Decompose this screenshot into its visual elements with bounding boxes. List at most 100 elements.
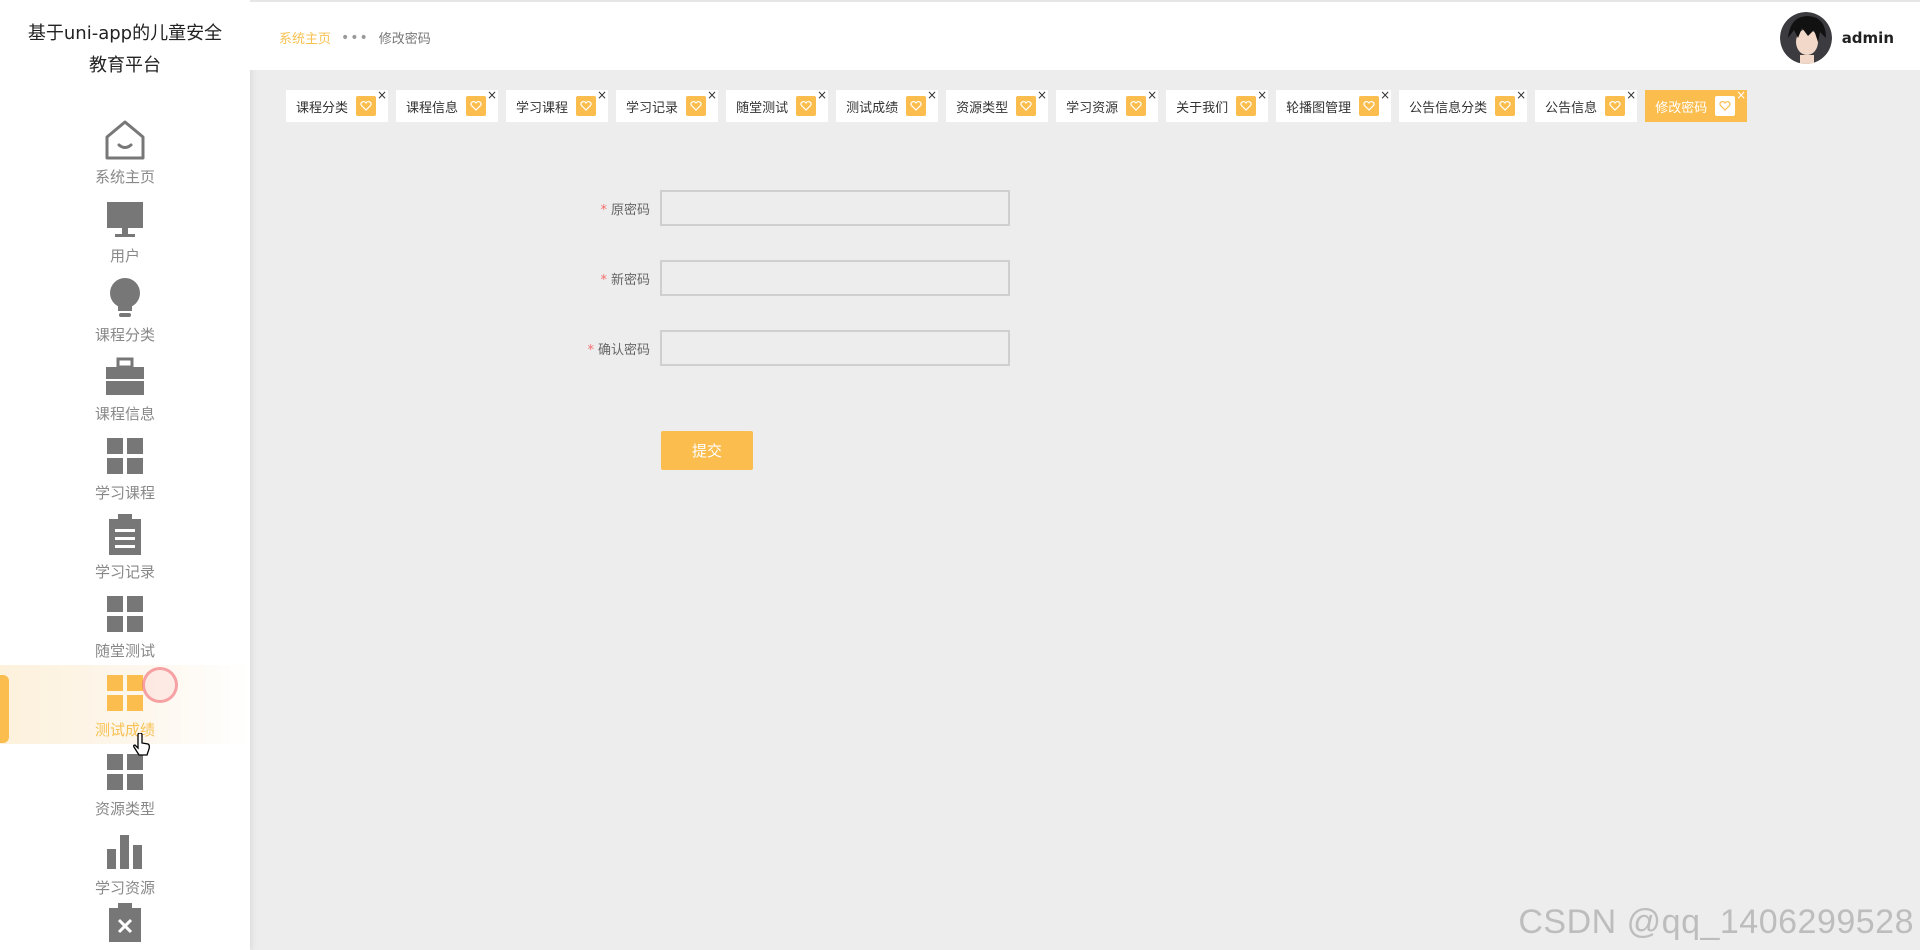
heart-icon	[1236, 96, 1257, 116]
app-title: 基于uni-app的儿童安全教育平台	[27, 23, 223, 76]
sidebar-item-label: 资源类型	[94, 800, 155, 818]
briefcase-icon	[101, 353, 149, 401]
heart-icon	[686, 96, 707, 116]
close-icon[interactable]: ×	[1147, 88, 1157, 102]
house-icon	[101, 116, 149, 164]
close-icon[interactable]: ×	[927, 88, 937, 102]
tag-study-course[interactable]: 学习课程 ×	[506, 88, 609, 122]
sidebar-item-more[interactable]	[0, 902, 250, 942]
confirm-password-label: * 确认密码	[587, 342, 650, 358]
breadcrumb: 系统主页 ••• 修改密码	[279, 28, 431, 48]
heart-icon	[1605, 96, 1626, 116]
heart-icon	[576, 96, 597, 116]
tag-quiz[interactable]: 随堂测试 ×	[726, 88, 829, 122]
required-mark: *	[600, 272, 607, 288]
tag-label: 公告信息	[1545, 100, 1598, 116]
heart-icon	[1016, 96, 1037, 116]
sidebar-item-course-info[interactable]: 课程信息	[0, 349, 250, 428]
sidebar-item-user[interactable]: 用户	[0, 191, 250, 270]
close-icon[interactable]: ×	[1626, 88, 1636, 102]
breadcrumb-separator: •••	[341, 29, 369, 46]
sidebar-item-study-record[interactable]: 学习记录	[0, 507, 250, 586]
sidebar-item-label: 课程分类	[94, 326, 155, 344]
sidebar-item-label: 学习记录	[94, 563, 155, 581]
tag-course-category[interactable]: 课程分类 ×	[286, 88, 389, 122]
tag-label: 学习课程	[516, 100, 569, 116]
sidebar: 基于uni-app的儿童安全教育平台 系统主页 用户 课程分类 课程信息 学习课…	[0, 0, 250, 950]
tag-label: 修改密码	[1655, 100, 1708, 116]
new-password-label: * 新密码	[600, 272, 650, 288]
tag-carousel[interactable]: 轮播图管理 ×	[1276, 88, 1392, 122]
close-icon[interactable]: ×	[1380, 88, 1390, 102]
grid-icon	[101, 432, 149, 480]
heart-icon	[1715, 96, 1736, 116]
close-icon[interactable]: ×	[377, 88, 387, 102]
tag-change-password[interactable]: 修改密码 ×	[1645, 88, 1748, 122]
tag-label: 课程分类	[296, 100, 349, 116]
tag-label: 学习记录	[626, 100, 679, 116]
heart-icon	[1495, 96, 1516, 116]
sidebar-item-resource-type[interactable]: 资源类型	[0, 744, 250, 823]
tag-test-score[interactable]: 测试成绩 ×	[836, 88, 939, 122]
close-icon[interactable]: ×	[597, 88, 607, 102]
heart-icon	[1126, 96, 1147, 116]
sidebar-item-study-course[interactable]: 学习课程	[0, 428, 250, 507]
sidebar-item-label: 学习课程	[94, 484, 155, 502]
confirm-password-row: * 确认密码	[560, 330, 1010, 366]
avatar[interactable]	[1779, 12, 1832, 64]
sidebar-item-quiz[interactable]: 随堂测试	[0, 586, 250, 665]
change-password-form: * 原密码 * 新密码 * 确认密码	[560, 190, 1010, 400]
sidebar-item-label: 课程信息	[94, 405, 155, 423]
new-password-input[interactable]	[660, 260, 1010, 296]
breadcrumb-current: 修改密码	[378, 32, 431, 47]
tag-label: 关于我们	[1176, 100, 1229, 116]
close-icon[interactable]: ×	[487, 88, 497, 102]
sidebar-item-label: 用户	[109, 247, 140, 265]
close-icon[interactable]: ×	[1516, 88, 1526, 102]
tag-about-us[interactable]: 关于我们 ×	[1166, 88, 1269, 122]
watermark: CSDN @qq_1406299528	[1518, 903, 1914, 941]
tag-study-record[interactable]: 学习记录 ×	[616, 88, 719, 122]
tag-course-info[interactable]: 课程信息 ×	[396, 88, 499, 122]
tag-resource-type[interactable]: 资源类型 ×	[946, 88, 1049, 122]
sidebar-item-home[interactable]: 系统主页	[0, 112, 250, 191]
new-password-row: * 新密码	[560, 260, 1010, 296]
tag-label: 轮播图管理	[1286, 100, 1352, 116]
old-password-input[interactable]	[660, 190, 1010, 226]
heart-icon	[906, 96, 927, 116]
tag-notice-info[interactable]: 公告信息 ×	[1535, 88, 1638, 122]
old-password-label: * 原密码	[600, 202, 650, 218]
sidebar-item-label: 随堂测试	[94, 642, 155, 660]
grid-icon	[101, 669, 149, 717]
required-mark: *	[587, 342, 594, 358]
old-password-row: * 原密码	[560, 190, 1010, 226]
confirm-password-input[interactable]	[660, 330, 1010, 366]
breadcrumb-home[interactable]: 系统主页	[279, 28, 331, 47]
sidebar-item-study-resource[interactable]: 学习资源	[0, 823, 250, 902]
clipboard-icon	[101, 511, 149, 559]
submit-button[interactable]: 提交	[661, 431, 753, 470]
sidebar-item-course-category[interactable]: 课程分类	[0, 270, 250, 349]
heart-icon	[796, 96, 817, 116]
close-icon[interactable]: ×	[817, 88, 827, 102]
close-icon[interactable]: ×	[1736, 88, 1746, 102]
tag-label: 资源类型	[956, 100, 1009, 116]
required-mark: *	[600, 202, 607, 218]
tag-study-resource[interactable]: 学习资源 ×	[1056, 88, 1159, 122]
tag-label: 测试成绩	[846, 100, 899, 116]
tag-notice-category[interactable]: 公告信息分类 ×	[1399, 88, 1528, 122]
username[interactable]: admin	[1842, 29, 1894, 47]
sidebar-item-test-score[interactable]: 测试成绩	[0, 665, 250, 744]
clipboard-x-icon	[101, 902, 149, 942]
close-icon[interactable]: ×	[1037, 88, 1047, 102]
close-icon[interactable]: ×	[707, 88, 717, 102]
tag-label: 课程信息	[406, 100, 459, 116]
tab-tags: 课程分类 × 课程信息 × 学习课程 × 学习记录 × 随堂测试 × 测试成绩 × 资源类型…	[286, 88, 1755, 122]
user-menu[interactable]: admin	[1779, 12, 1894, 64]
bulb-icon	[101, 274, 149, 322]
heart-icon	[466, 96, 487, 116]
tag-label: 随堂测试	[736, 100, 789, 116]
monitor-icon	[101, 195, 149, 243]
click-indicator	[142, 667, 178, 703]
close-icon[interactable]: ×	[1257, 88, 1267, 102]
